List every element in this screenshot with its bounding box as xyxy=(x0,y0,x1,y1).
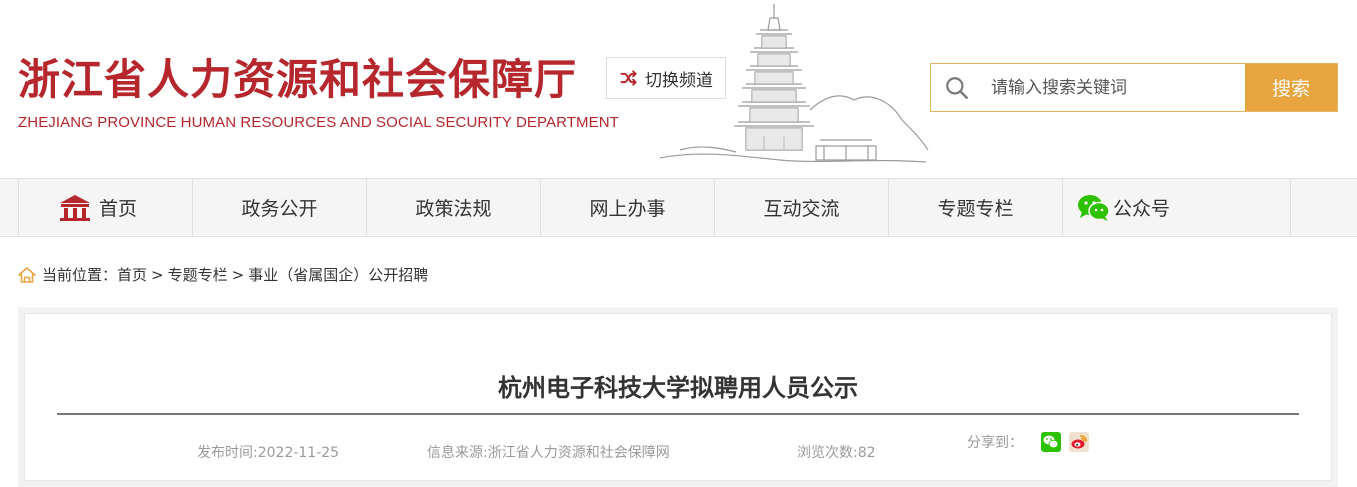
publish-date: 发布时间:2022-11-25 xyxy=(197,445,340,461)
pagoda-illustration xyxy=(659,4,929,163)
main-nav: 首页 政务公开 政策法规 网上办事 互动交流 专题专栏 公众号 xyxy=(0,178,1357,237)
article-container: 杭州电子科技大学拟聘用人员公示 发布时间:2022-11-25 信息来源:浙江省… xyxy=(18,307,1338,487)
location-home-icon xyxy=(18,266,36,283)
wechat-icon xyxy=(1078,194,1110,221)
nav-label-home: 首页 xyxy=(99,198,138,220)
article-title: 杭州电子科技大学拟聘用人员公示 xyxy=(498,374,858,402)
wechat-share-icon[interactable] xyxy=(1041,432,1061,452)
nav-item-home[interactable]: 首页 xyxy=(19,179,193,236)
nav-item-online-services[interactable]: 网上办事 xyxy=(541,179,715,236)
nav-item-government-affairs[interactable]: 政务公开 xyxy=(193,179,367,236)
share-label: 分享到： xyxy=(967,435,1023,451)
nav-item-interaction[interactable]: 互动交流 xyxy=(715,179,889,236)
site-logo-english[interactable]: ZHEJIANG PROVINCE HUMAN RESOURCES AND SO… xyxy=(18,114,619,131)
weibo-share-icon[interactable] xyxy=(1069,432,1089,452)
breadcrumb-item-recruitment[interactable]: 事业（省属国企）公开招聘 xyxy=(248,264,428,285)
nav-item-policies[interactable]: 政策法规 xyxy=(367,179,541,236)
nav-label-interaction: 互动交流 xyxy=(763,198,840,220)
article-card: 杭州电子科技大学拟聘用人员公示 发布时间:2022-11-25 信息来源:浙江省… xyxy=(24,313,1332,481)
nav-label-government-affairs: 政务公开 xyxy=(241,198,318,220)
breadcrumb-prefix: 当前位置： xyxy=(42,266,118,284)
search-box: 搜索 xyxy=(930,63,1338,112)
nav-label-policies: 政策法规 xyxy=(415,198,492,220)
home-icon xyxy=(60,194,90,221)
breadcrumb-separator: > xyxy=(231,265,245,284)
nav-label-special-topics: 专题专栏 xyxy=(937,198,1014,220)
title-divider xyxy=(57,413,1299,415)
search-icon[interactable] xyxy=(931,64,983,111)
site-logo-chinese[interactable]: 浙江省人力资源和社会保障厅 xyxy=(18,46,577,107)
article-source: 信息来源:浙江省人力资源和社会保障网 xyxy=(427,445,670,461)
search-button[interactable]: 搜索 xyxy=(1245,64,1337,111)
shuffle-icon xyxy=(620,70,637,86)
nav-label-online-services: 网上办事 xyxy=(589,198,666,220)
search-input[interactable] xyxy=(983,64,1245,111)
nav-item-special-topics[interactable]: 专题专栏 xyxy=(889,179,1063,236)
breadcrumb-separator: > xyxy=(151,265,164,284)
breadcrumb: 当前位置： 首页 > 专题专栏 > 事业（省属国企）公开招聘 xyxy=(18,264,428,285)
nav-item-wechat-account[interactable]: 公众号 xyxy=(1063,179,1291,236)
share-bar: 分享到： xyxy=(967,432,1089,452)
nav-label-wechat-account: 公众号 xyxy=(1113,198,1171,220)
view-count: 浏览次数:82 xyxy=(797,445,876,461)
site-header: 浙江省人力资源和社会保障厅 ZHEJIANG PROVINCE HUMAN RE… xyxy=(0,0,1357,178)
breadcrumb-item-special-topics[interactable]: 专题专栏 xyxy=(168,264,228,285)
breadcrumb-item-home[interactable]: 首页 xyxy=(117,264,147,285)
